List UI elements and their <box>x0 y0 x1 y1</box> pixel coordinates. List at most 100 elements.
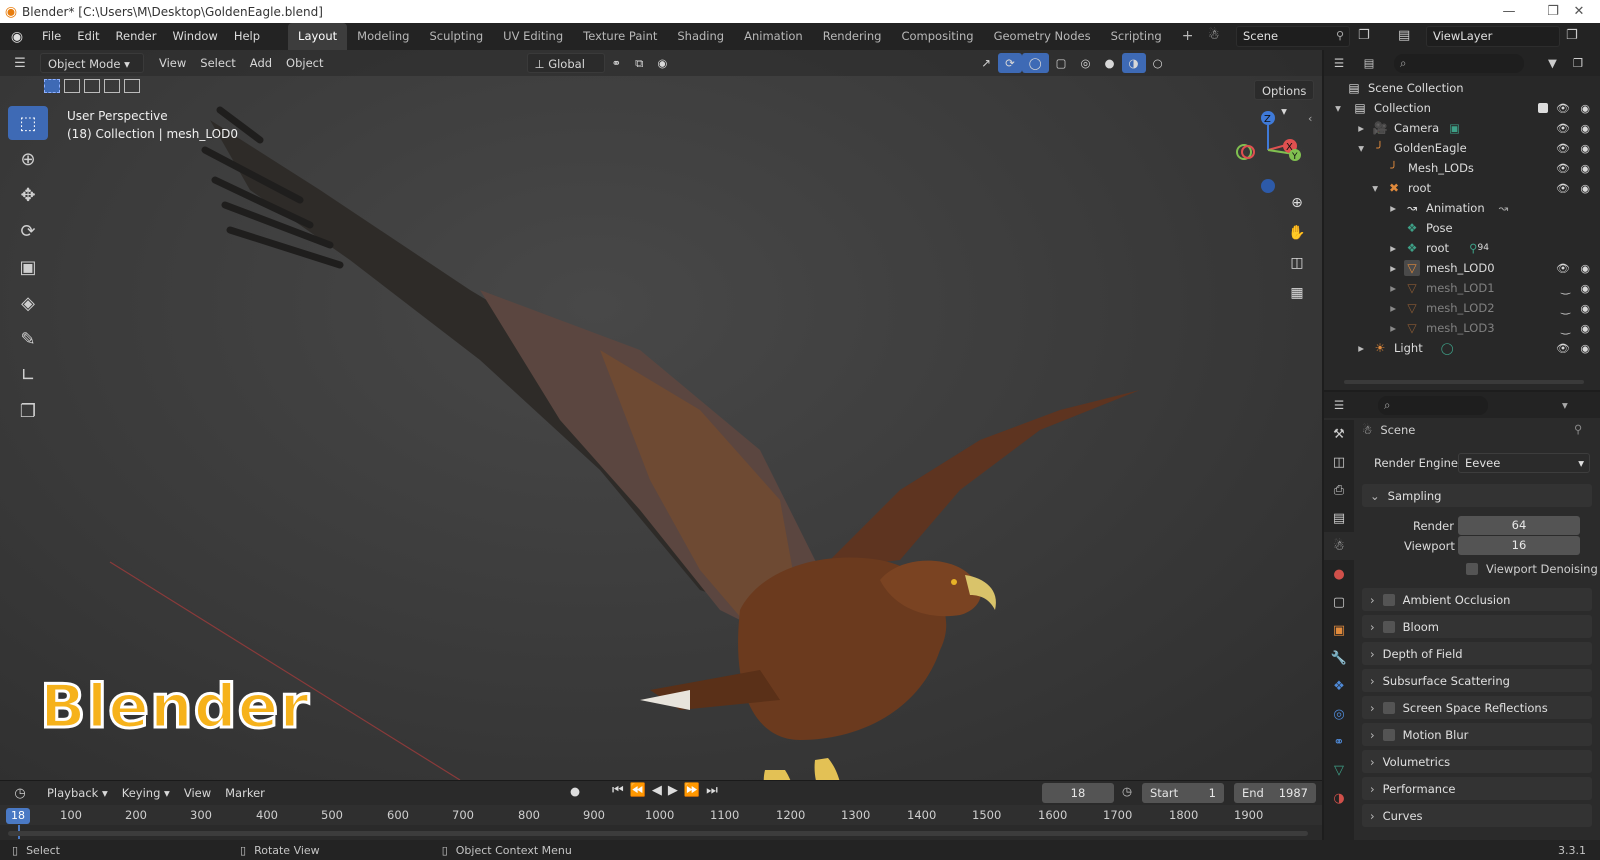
minimize-icon[interactable]: — <box>1486 0 1532 23</box>
data-tab-icon[interactable]: ▽ <box>1324 756 1354 784</box>
select-box-tool-icon[interactable]: ⬚ <box>8 106 48 140</box>
viewport-denoising-row[interactable]: Viewport Denoising <box>1466 562 1598 576</box>
pin-icon[interactable]: ⚲ <box>1336 29 1344 42</box>
overlay-toggle-icon[interactable]: ◯ <box>1021 53 1049 73</box>
object-mode-dropdown[interactable]: Object Mode ▾ <box>40 53 144 73</box>
render-tab-icon[interactable]: ◫ <box>1324 448 1354 476</box>
outliner-row-mesh-lod0[interactable]: ▸ ▽ mesh_LOD0 👁 ◉ <box>1324 258 1600 278</box>
outliner-row-light[interactable]: ▸ ☀ Light ◯ 👁 ◉ <box>1324 338 1600 358</box>
pivot-icon[interactable]: ⚭ <box>605 53 629 73</box>
panel-curves[interactable]: › Curves <box>1362 804 1592 827</box>
outliner-row-root-bones[interactable]: ▸ ❖ root ⚲ 94 <box>1324 238 1600 258</box>
view-layer-selector[interactable]: ViewLayer <box>1426 26 1560 47</box>
eye-icon[interactable]: 👁 <box>1556 122 1570 135</box>
editor-type-icon[interactable]: ☰ <box>0 56 40 71</box>
scale-tool-icon[interactable]: ▣ <box>8 250 48 284</box>
timeline-playback-menu[interactable]: Playback ▾ <box>40 783 115 803</box>
outliner-row-animation[interactable]: ▸ ↝ Animation ↝ <box>1324 198 1600 218</box>
play-reverse-icon[interactable]: ◀ <box>652 783 668 798</box>
view-layer-tab-icon[interactable]: ▤ <box>1324 504 1354 532</box>
expand-icon[interactable]: ▾ <box>1324 181 1386 195</box>
world-tab-icon[interactable]: ● <box>1324 560 1354 588</box>
play-icon[interactable]: ▶ <box>668 783 684 798</box>
eye-icon[interactable]: 👁 <box>1556 102 1570 115</box>
outliner-search-input[interactable]: ⌕ <box>1394 53 1524 73</box>
tab-geometry-nodes[interactable]: Geometry Nodes <box>984 23 1101 50</box>
panel-checkbox[interactable] <box>1382 728 1395 741</box>
panel-sampling-header[interactable]: ⌄ Sampling <box>1362 484 1592 507</box>
expand-icon[interactable]: ▸ <box>1324 201 1404 215</box>
record-keyframe-icon[interactable]: ● <box>570 784 580 798</box>
render-camera-icon[interactable]: ◉ <box>1580 102 1590 115</box>
outliner-row-mesh-lod1[interactable]: ▸ ▽ mesh_LOD1 ‿ ◉ <box>1324 278 1600 298</box>
material-tab-icon[interactable]: ◑ <box>1324 784 1354 812</box>
add-cube-tool-icon[interactable]: ❐ <box>8 394 48 428</box>
new-view-layer-icon[interactable]: ❐ <box>1566 28 1578 43</box>
start-frame-field[interactable]: Start 1 <box>1142 783 1224 803</box>
menu-file[interactable]: File <box>34 23 69 50</box>
render-camera-icon[interactable]: ◉ <box>1580 302 1590 315</box>
expand-icon[interactable]: ▸ <box>1324 301 1404 315</box>
modifier-tab-icon[interactable]: 🔧 <box>1324 644 1354 672</box>
jump-start-icon[interactable]: ⏮ <box>612 783 630 798</box>
outliner-row-mesh-lod3[interactable]: ▸ ▽ mesh_LOD3 ‿ ◉ <box>1324 318 1600 338</box>
select-intersect-icon[interactable] <box>124 79 140 93</box>
tab-modeling[interactable]: Modeling <box>347 23 419 50</box>
snap-icon[interactable]: ⧉ <box>628 53 650 73</box>
panel-screen-space-reflections[interactable]: › Screen Space Reflections <box>1362 696 1592 719</box>
select-subtract-icon[interactable] <box>84 79 100 93</box>
physics-tab-icon[interactable]: ◎ <box>1324 700 1354 728</box>
move-tool-icon[interactable]: ✥ <box>8 178 48 212</box>
playhead[interactable]: 18 <box>6 808 30 824</box>
expand-icon[interactable]: ▸ <box>1324 281 1404 295</box>
solid-shading-icon[interactable]: ● <box>1098 53 1122 73</box>
outliner-row-scene-collection[interactable]: ▤ Scene Collection <box>1324 78 1600 98</box>
menu-render[interactable]: Render <box>108 23 165 50</box>
tab-texture-paint[interactable]: Texture Paint <box>573 23 667 50</box>
render-engine-dropdown[interactable]: Eevee ▾ <box>1458 453 1590 473</box>
expand-icon[interactable]: ▾ <box>1324 141 1372 155</box>
render-camera-icon[interactable]: ◉ <box>1580 122 1590 135</box>
render-camera-icon[interactable]: ◉ <box>1580 162 1590 175</box>
zoom-icon[interactable]: ⊕ <box>1284 190 1310 216</box>
expand-icon[interactable]: ▸ <box>1324 261 1404 275</box>
render-camera-icon[interactable]: ◉ <box>1580 142 1590 155</box>
viewport-menu-object[interactable]: Object <box>279 53 330 73</box>
properties-pin-icon[interactable]: ⚲ <box>1574 422 1582 436</box>
outliner-row-pose[interactable]: ❖ Pose <box>1324 218 1600 238</box>
outliner-scrollbar[interactable] <box>1344 380 1584 384</box>
navigation-gizmo[interactable]: Z X Y <box>1228 108 1308 198</box>
outliner-editor-type-icon[interactable]: ☰ <box>1324 56 1354 70</box>
tab-animation[interactable]: Animation <box>734 23 813 50</box>
properties-options-icon[interactable]: ▾ <box>1562 398 1568 412</box>
transform-tool-icon[interactable]: ◈ <box>8 286 48 320</box>
render-camera-icon[interactable]: ◉ <box>1580 262 1590 275</box>
current-frame-field[interactable]: 18 <box>1042 783 1114 803</box>
selectability-icon[interactable]: ↗ <box>974 53 998 73</box>
panel-motion-blur[interactable]: › Motion Blur <box>1362 723 1592 746</box>
timeline-view-menu[interactable]: View <box>177 783 218 803</box>
wireframe-shading-icon[interactable]: ◎ <box>1073 53 1097 73</box>
outliner-row-mesh-lods[interactable]: ╯ Mesh_LODs 👁 ◉ <box>1324 158 1600 178</box>
options-dropdown[interactable]: Options ▾ <box>1254 80 1314 118</box>
sampling-render-field[interactable]: 64 <box>1458 516 1580 535</box>
eye-closed-icon[interactable]: ‿ <box>1561 322 1570 335</box>
render-camera-icon[interactable]: ◉ <box>1580 282 1590 295</box>
prev-keyframe-icon[interactable]: ⏪ <box>630 783 652 798</box>
menu-window[interactable]: Window <box>164 23 225 50</box>
scene-icon[interactable]: ☃ <box>1208 28 1220 43</box>
panel-bloom[interactable]: › Bloom <box>1362 615 1592 638</box>
select-extend-icon[interactable] <box>64 79 80 93</box>
tool-tab-icon[interactable]: ⚒ <box>1324 420 1354 448</box>
3d-viewport[interactable]: ☰ Object Mode ▾ View Select Add Object ⊥… <box>0 50 1322 780</box>
camera-view-icon[interactable]: ◫ <box>1284 250 1310 276</box>
eye-icon[interactable]: 👁 <box>1556 162 1570 175</box>
tab-scripting[interactable]: Scripting <box>1101 23 1172 50</box>
sidebar-toggle-icon[interactable]: ‹ <box>1308 112 1312 125</box>
collection-tab-icon[interactable]: ▢ <box>1324 588 1354 616</box>
measure-tool-icon[interactable]: ∟ <box>8 358 48 392</box>
panel-volumetrics[interactable]: › Volumetrics <box>1362 750 1592 773</box>
tab-layout[interactable]: Layout <box>288 23 348 50</box>
rendered-shading-icon[interactable]: ○ <box>1146 53 1170 73</box>
viewport-menu-view[interactable]: View <box>152 53 193 73</box>
